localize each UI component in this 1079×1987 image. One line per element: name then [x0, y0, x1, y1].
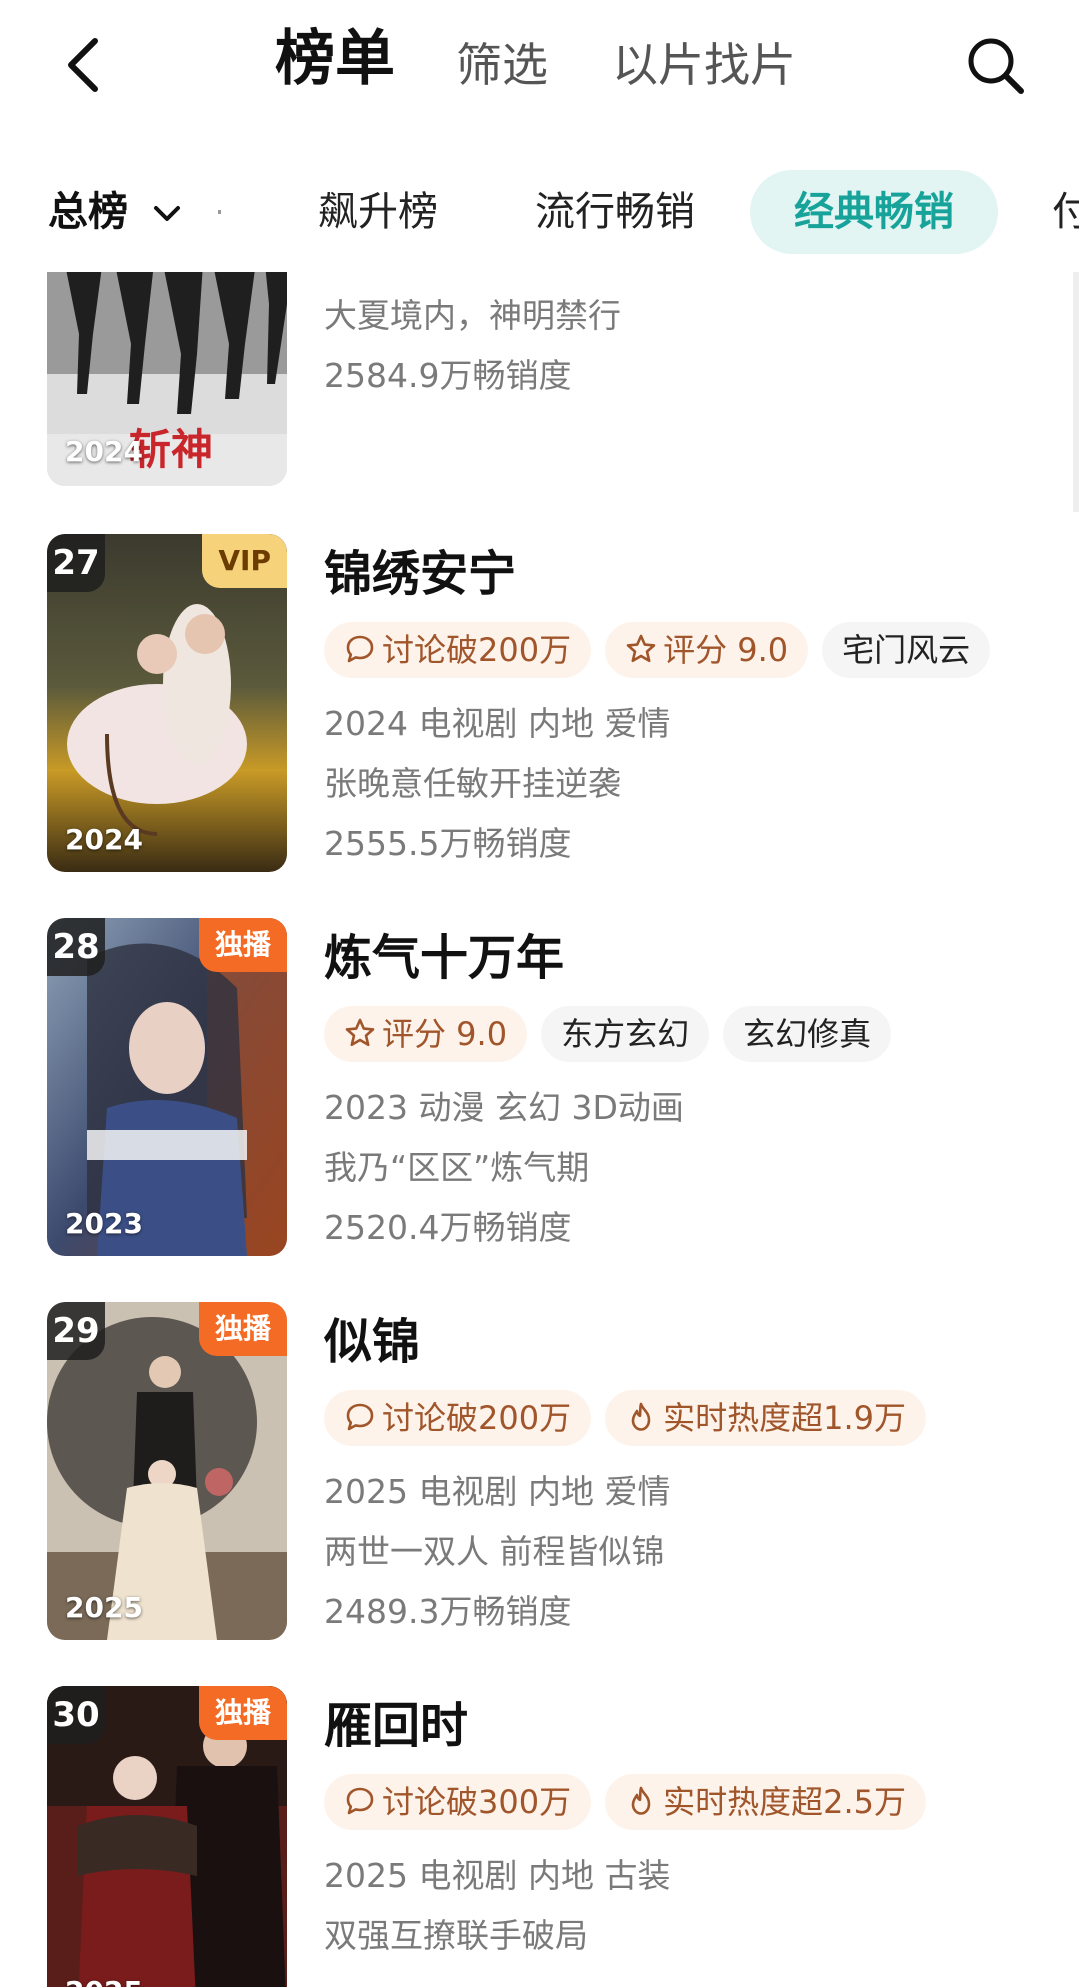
item-sales: 2555.5万畅销度	[324, 824, 572, 863]
item-tags: 讨论破200万 评分 9.0 宅门风云	[324, 622, 1044, 682]
flame-icon	[631, 1786, 651, 1815]
list-item[interactable]: 30 独播 2025 雁回时 讨论破300万 实时热度超2.5万 2025 电视…	[0, 1686, 1079, 1987]
rank-number: 29	[47, 1302, 105, 1360]
poster-image: 28 独播 2023	[47, 918, 287, 1256]
item-info: 炼气十万年 评分 9.0 东方玄幻 玄幻修真 2023 动漫 玄幻 3D动画 我乃…	[324, 918, 1044, 1258]
poster-year: 2023	[65, 1207, 143, 1240]
exclusive-badge: 独播	[198, 1686, 287, 1740]
item-info: 锦绣安宁 讨论破200万 评分 9.0 宅门风云 2024 电视剧 内地 爱情 …	[324, 534, 1044, 874]
rank-number: 27	[47, 534, 105, 592]
tab-find-by-clip[interactable]: 以片找片	[612, 30, 796, 100]
item-description: 两世一双人 前程皆似锦	[324, 1532, 665, 1571]
list-item[interactable]: 29 独播 2025 似锦 讨论破200万 实时热度超1.9万 2025 电视剧…	[0, 1302, 1079, 1640]
top-nav-bar: 榜单 筛选 以片找片	[0, 0, 1079, 135]
item-title: 锦绣安宁	[324, 546, 517, 602]
item-info: 2024 动漫 战斗 3D动画 大夏境内，神明禁行 2584.9万畅销度	[324, 272, 1044, 406]
back-arrow-icon	[68, 38, 98, 92]
item-meta: 2025 电视剧 内地 爱情	[324, 1472, 671, 1511]
genre-tag[interactable]: 宅门风云	[822, 622, 991, 678]
genre-tag[interactable]: 东方玄幻	[541, 1006, 710, 1062]
poster-image: 30 独播 2025	[47, 1686, 287, 1987]
rating-tag: 评分 9.0	[324, 1006, 528, 1062]
heat-tag: 实时热度超2.5万	[605, 1774, 926, 1830]
comment-icon	[346, 635, 374, 663]
flame-icon	[631, 1402, 651, 1431]
comment-icon	[346, 1787, 374, 1815]
rank-number: 28	[47, 918, 105, 976]
item-meta: 2025 电视剧 内地 古装	[324, 1856, 671, 1895]
item-tags: 评分 9.0 东方玄幻 玄幻修真	[324, 1006, 1044, 1066]
exclusive-badge: 独播	[198, 918, 287, 972]
chip-classic-sales[interactable]: 经典畅销	[750, 170, 998, 254]
poster-year: 2024	[65, 823, 143, 856]
scrollbar-track[interactable]	[1073, 272, 1079, 512]
chevron-down-icon	[153, 206, 180, 221]
star-icon	[345, 1018, 375, 1047]
item-sales: 2520.4万畅销度	[324, 1208, 572, 1247]
search-icon	[968, 38, 1024, 94]
item-meta: 2024 电视剧 内地 爱情	[324, 704, 671, 743]
rating-tag: 评分 9.0	[605, 622, 809, 678]
chip-paid[interactable]: 付	[1052, 170, 1079, 254]
app-screen: 榜单 筛选 以片找片 总榜 飙升榜 流行畅销 经典畅销 付 斩神 2024 大夏…	[0, 0, 1079, 1987]
list-item[interactable]: 28 独播 2023 炼气十万年 评分 9.0 东方玄幻 玄幻修真 2023 动漫…	[0, 918, 1079, 1256]
list-item[interactable]: 斩神 2024 2024 动漫 战斗 3D动画 大夏境内，神明禁行 2584.9…	[0, 272, 1079, 510]
item-description: 张晚意任敏开挂逆袭	[324, 764, 621, 803]
item-title: 炼气十万年	[324, 930, 565, 986]
comment-icon	[346, 1403, 374, 1431]
star-icon	[626, 634, 656, 663]
item-tags: 讨论破300万 实时热度超2.5万	[324, 1774, 1044, 1834]
item-title: 雁回时	[324, 1698, 469, 1754]
item-title: 似锦	[324, 1314, 421, 1370]
item-description: 大夏境内，神明禁行	[324, 296, 621, 335]
search-button[interactable]	[958, 28, 1032, 102]
item-sales: 2584.9万畅销度	[324, 356, 572, 395]
item-sales: 2489.3万畅销度	[324, 1592, 572, 1631]
poster-year: 2024	[65, 435, 143, 468]
ranking-type-label: 总榜	[48, 189, 128, 235]
poster-year: 2025	[65, 1975, 143, 1987]
poster-image: 27 VIP 2024	[47, 534, 287, 872]
item-meta: 2023 动漫 玄幻 3D动画	[324, 1088, 684, 1127]
tab-filter[interactable]: 筛选	[456, 30, 548, 100]
item-description: 我乃“区区”炼气期	[324, 1148, 590, 1187]
genre-tag[interactable]: 玄幻修真	[723, 1006, 892, 1062]
chip-popular-sales[interactable]: 流行畅销	[535, 170, 695, 254]
poster-image: 29 独播 2025	[47, 1302, 287, 1640]
back-button[interactable]	[48, 24, 118, 106]
chip-rising[interactable]: 飙升榜	[318, 170, 438, 254]
discussion-tag: 讨论破200万	[324, 622, 592, 678]
ranking-type-dropdown[interactable]: 总榜	[48, 170, 182, 254]
rank-number: 30	[47, 1686, 105, 1744]
ranking-list: 斩神 2024 2024 动漫 战斗 3D动画 大夏境内，神明禁行 2584.9…	[0, 272, 1079, 1987]
poster-year: 2025	[65, 1591, 143, 1624]
divider	[218, 210, 221, 214]
tab-rankings[interactable]: 榜单	[275, 24, 395, 94]
discussion-tag: 讨论破300万	[324, 1774, 592, 1830]
item-info: 似锦 讨论破200万 实时热度超1.9万 2025 电视剧 内地 爱情 两世一双…	[324, 1302, 1044, 1642]
item-tags: 讨论破200万 实时热度超1.9万	[324, 1390, 1044, 1450]
ranking-filter-bar: 总榜 飙升榜 流行畅销 经典畅销 付	[0, 150, 1079, 272]
exclusive-badge: 独播	[198, 1302, 287, 1356]
heat-tag: 实时热度超1.9万	[605, 1390, 926, 1446]
vip-badge: VIP	[202, 534, 287, 588]
item-meta: 2024 动漫 战斗 3D动画	[324, 272, 1044, 286]
discussion-tag: 讨论破200万	[324, 1390, 592, 1446]
item-description: 双强互撩联手破局	[324, 1916, 588, 1955]
item-info: 雁回时 讨论破300万 实时热度超2.5万 2025 电视剧 内地 古装 双强互…	[324, 1686, 1044, 1966]
list-item[interactable]: 27 VIP 2024 锦绣安宁 讨论破200万 评分 9.0 宅门风云 202…	[0, 534, 1079, 872]
poster-image: 斩神 2024	[47, 272, 287, 486]
